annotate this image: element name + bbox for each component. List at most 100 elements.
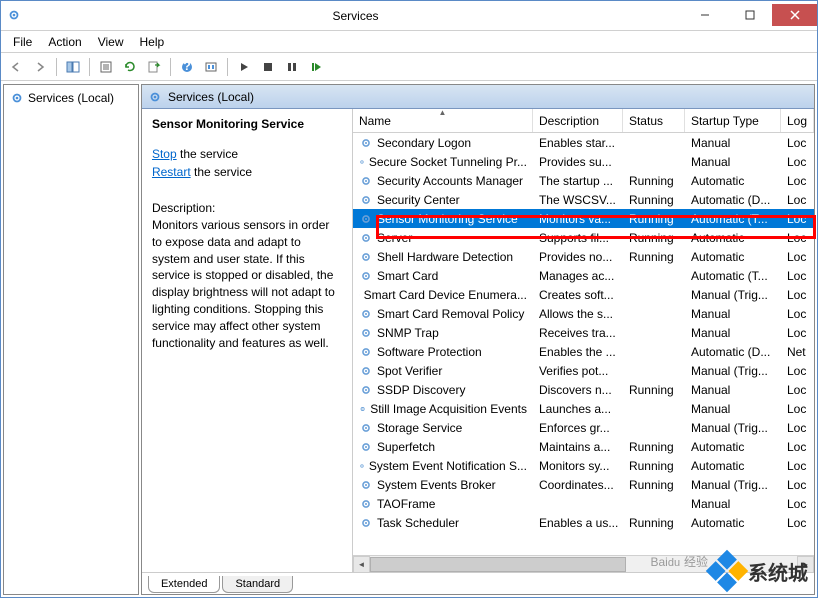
service-row[interactable]: SSDP DiscoveryDiscovers n...RunningManua… — [353, 380, 814, 399]
close-button[interactable] — [772, 4, 817, 26]
service-row[interactable]: System Event Notification S...Monitors s… — [353, 456, 814, 475]
cell-status: Running — [623, 478, 685, 492]
list-rows[interactable]: Secondary LogonEnables star...ManualLocS… — [353, 133, 814, 555]
service-row[interactable]: Software ProtectionEnables the ...Automa… — [353, 342, 814, 361]
cell-logon: Loc — [781, 193, 811, 207]
menu-action[interactable]: Action — [40, 33, 89, 51]
cell-desc: Verifies pot... — [533, 364, 623, 378]
service-row[interactable]: System Events BrokerCoordinates...Runnin… — [353, 475, 814, 494]
tabs: Extended Standard — [142, 572, 814, 594]
stop-link[interactable]: Stop — [152, 147, 177, 161]
col-logon[interactable]: Log — [781, 109, 814, 132]
refresh-button[interactable] — [119, 56, 141, 78]
cell-startup: Automatic — [685, 440, 781, 454]
cell-logon: Loc — [781, 269, 811, 283]
service-row[interactable]: Shell Hardware DetectionProvides no...Ru… — [353, 247, 814, 266]
hscroll-thumb[interactable] — [370, 557, 626, 572]
cell-name: Still Image Acquisition Events — [353, 402, 533, 416]
cell-desc: Enforces gr... — [533, 421, 623, 435]
cell-logon: Loc — [781, 402, 811, 416]
app-icon — [7, 8, 23, 24]
toolbar-separator — [227, 58, 228, 76]
col-status[interactable]: Status — [623, 109, 685, 132]
cell-status: Running — [623, 231, 685, 245]
cell-logon: Loc — [781, 155, 811, 169]
pane-header: Services (Local) — [142, 85, 814, 109]
cell-name: Storage Service — [353, 421, 533, 435]
cell-startup: Manual — [685, 155, 781, 169]
restart-service-button[interactable] — [305, 56, 327, 78]
body: Services (Local) Services (Local) Sensor… — [1, 81, 817, 597]
col-name[interactable]: Name▲ — [353, 109, 533, 132]
col-startup[interactable]: Startup Type — [685, 109, 781, 132]
cell-status: Running — [623, 440, 685, 454]
gear-icon — [359, 269, 373, 283]
export-button[interactable] — [143, 56, 165, 78]
cell-desc: Coordinates... — [533, 478, 623, 492]
hscroll-track[interactable] — [370, 556, 797, 573]
cell-logon: Loc — [781, 307, 811, 321]
service-row[interactable]: TAOFrameManualLoc — [353, 494, 814, 513]
service-row[interactable]: Secondary LogonEnables star...ManualLoc — [353, 133, 814, 152]
service-row[interactable]: Task SchedulerEnables a us...RunningAuto… — [353, 513, 814, 532]
help-button[interactable]: ? — [176, 56, 198, 78]
minimize-button[interactable] — [682, 4, 727, 26]
start-service-button[interactable] — [233, 56, 255, 78]
service-row[interactable]: Smart Card Device Enumera...Creates soft… — [353, 285, 814, 304]
hscroll-right[interactable]: ► — [797, 556, 814, 573]
menubar: File Action View Help — [1, 31, 817, 53]
service-row[interactable]: Still Image Acquisition EventsLaunches a… — [353, 399, 814, 418]
gear-icon — [10, 91, 24, 105]
service-row[interactable]: Security CenterThe WSCSV...RunningAutoma… — [353, 190, 814, 209]
gear-icon — [359, 212, 373, 226]
cell-name: Sensor Monitoring Service — [353, 212, 533, 226]
cell-desc: Maintains a... — [533, 440, 623, 454]
service-row[interactable]: Smart CardManages ac...Automatic (T...Lo… — [353, 266, 814, 285]
menu-help[interactable]: Help — [132, 33, 173, 51]
tab-extended[interactable]: Extended — [148, 576, 220, 593]
forward-button[interactable] — [29, 56, 51, 78]
menu-view[interactable]: View — [90, 33, 132, 51]
cell-startup: Manual — [685, 497, 781, 511]
cell-desc: Enables a us... — [533, 516, 623, 530]
service-row[interactable]: Smart Card Removal PolicyAllows the s...… — [353, 304, 814, 323]
service-row[interactable]: Security Accounts ManagerThe startup ...… — [353, 171, 814, 190]
gear-icon — [359, 307, 373, 321]
service-row[interactable]: SNMP TrapReceives tra...ManualLoc — [353, 323, 814, 342]
cell-startup: Manual (Trig... — [685, 421, 781, 435]
service-row[interactable]: ServerSupports fil...RunningAutomaticLoc — [353, 228, 814, 247]
horizontal-scrollbar[interactable]: ◄ ► — [353, 555, 814, 572]
stop-service-button[interactable] — [257, 56, 279, 78]
properties-button[interactable] — [95, 56, 117, 78]
service-row[interactable]: Secure Socket Tunneling Pr...Provides su… — [353, 152, 814, 171]
maximize-button[interactable] — [727, 4, 772, 26]
service-row[interactable]: SuperfetchMaintains a...RunningAutomatic… — [353, 437, 814, 456]
cell-desc: Discovers n... — [533, 383, 623, 397]
cell-logon: Loc — [781, 516, 811, 530]
cell-logon: Loc — [781, 250, 811, 264]
show-hide-tree-button[interactable] — [62, 56, 84, 78]
cell-name: SSDP Discovery — [353, 383, 533, 397]
pane-header-title: Services (Local) — [168, 90, 254, 104]
cell-logon: Loc — [781, 459, 811, 473]
description-text: Monitors various sensors in order to exp… — [152, 217, 342, 351]
service-row[interactable]: Storage ServiceEnforces gr... Manual (Tri… — [353, 418, 814, 437]
restart-link[interactable]: Restart — [152, 165, 191, 179]
toolbar-button[interactable] — [200, 56, 222, 78]
col-description[interactable]: Description — [533, 109, 623, 132]
tree-root-item[interactable]: Services (Local) — [8, 89, 134, 107]
hscroll-left[interactable]: ◄ — [353, 556, 370, 573]
cell-status: Running — [623, 193, 685, 207]
service-row[interactable]: Spot VerifierVerifies pot...Manual (Trig… — [353, 361, 814, 380]
cell-startup: Automatic — [685, 516, 781, 530]
detail-service-name: Sensor Monitoring Service — [152, 117, 342, 131]
service-row[interactable]: Sensor Monitoring ServiceMonitors va...R… — [353, 209, 814, 228]
pause-service-button[interactable] — [281, 56, 303, 78]
back-button[interactable] — [5, 56, 27, 78]
menu-file[interactable]: File — [5, 33, 40, 51]
cell-name: Task Scheduler — [353, 516, 533, 530]
cell-name: System Event Notification S... — [353, 459, 533, 473]
cell-logon: Loc — [781, 174, 811, 188]
cell-logon: Loc — [781, 478, 811, 492]
tab-standard[interactable]: Standard — [222, 576, 293, 593]
